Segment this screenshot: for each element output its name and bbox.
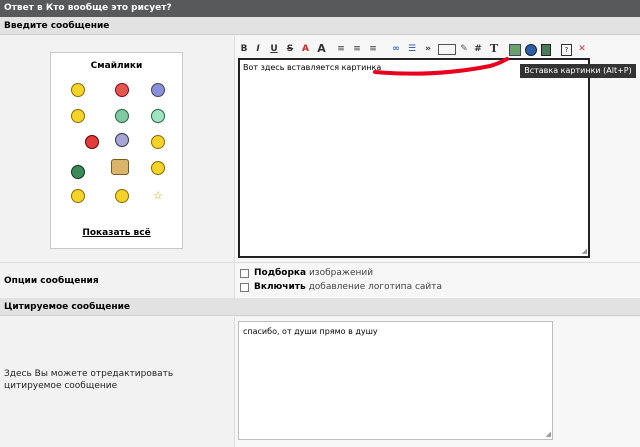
gallery-option: Подборка изображений	[254, 268, 374, 278]
insert-image-tooltip: Вставка картинки (Alt+P)	[520, 64, 636, 78]
quote-label: Здесь Вы можете отредактировать цитируем…	[4, 369, 174, 391]
quote-value: спасибо, от души прямо в душу	[243, 327, 378, 336]
quote-resize-handle-icon[interactable]: ◢	[546, 430, 551, 438]
quote-editor[interactable]: спасибо, от души прямо в душу ◢	[238, 321, 553, 440]
gallery-checkbox[interactable]	[240, 269, 249, 278]
section-header-quoted: Цитируемое сообщение	[0, 298, 640, 316]
annotation-arrow	[373, 57, 509, 76]
logo-checkbox[interactable]	[240, 283, 249, 292]
logo-option: Включить добавление логотипа сайта	[254, 282, 443, 292]
options-label: Опции сообщения	[4, 276, 99, 286]
